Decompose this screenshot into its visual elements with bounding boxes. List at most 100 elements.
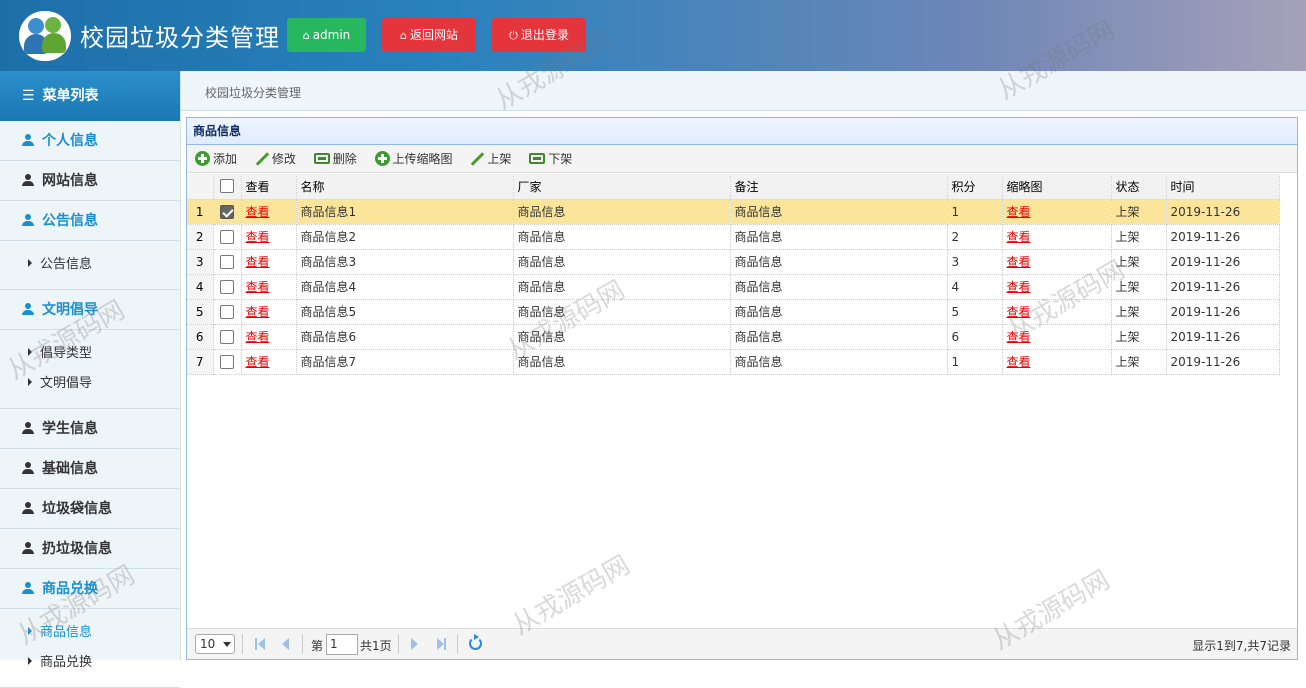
edit-button[interactable]: 修改: [255, 145, 296, 173]
upload-thumbnail-button[interactable]: 上传缩略图: [374, 145, 453, 173]
row-checkbox[interactable]: [220, 229, 234, 244]
add-label: 添加: [213, 152, 238, 166]
column-header: 备注: [730, 174, 948, 200]
table-row[interactable]: 6 查看 商品信息6 商品信息 商品信息 6 查看 上架 2019-11-26: [187, 324, 1280, 350]
row-checkbox[interactable]: [220, 279, 234, 294]
view-link[interactable]: 查看: [246, 305, 270, 319]
home-icon: ⌂: [400, 29, 407, 42]
row-checkbox-cell: [213, 224, 242, 250]
row-number: 2: [187, 224, 214, 250]
table-row[interactable]: 3 查看 商品信息3 商品信息 商品信息 3 查看 上架 2019-11-26: [187, 249, 1280, 275]
view-link[interactable]: 查看: [246, 355, 270, 369]
row-checkbox[interactable]: [220, 204, 234, 219]
row-number: 7: [187, 349, 214, 375]
row-checkbox[interactable]: [220, 304, 234, 319]
sidebar-group[interactable]: 垃圾袋信息: [0, 489, 180, 529]
last-page-icon: [444, 638, 446, 650]
sidebar-item[interactable]: 倡导类型: [0, 339, 180, 369]
page-size-select[interactable]: 10: [195, 634, 235, 654]
time-cell-cell: 2019-11-26: [1166, 199, 1280, 225]
page-label: 第: [311, 639, 324, 653]
back-to-site-label: 返回网站: [409, 28, 458, 42]
time-cell-cell: 2019-11-26: [1166, 299, 1280, 325]
sidebar-group-label: 扔垃圾信息: [42, 541, 112, 557]
table-row[interactable]: 1 查看 商品信息1 商品信息 商品信息 1 查看 上架 2019-11-26: [187, 199, 1280, 225]
pencil-icon: [470, 152, 484, 166]
sidebar-item[interactable]: 商品兑换: [0, 648, 180, 678]
status-cell-cell: 上架: [1111, 199, 1167, 225]
table-row[interactable]: 5 查看 商品信息5 商品信息 商品信息 5 查看 上架 2019-11-26: [187, 299, 1280, 325]
points-cell-cell: 1: [947, 349, 1003, 375]
table-row[interactable]: 2 查看 商品信息2 商品信息 商品信息 2 查看 上架 2019-11-26: [187, 224, 1280, 250]
page-size-value: 10: [200, 637, 216, 651]
total-pages-label: 共1页: [360, 639, 392, 653]
sidebar-group[interactable]: 网站信息: [0, 161, 180, 201]
next-page-icon[interactable]: [411, 638, 418, 650]
table-row[interactable]: 4 查看 商品信息4 商品信息 商品信息 4 查看 上架 2019-11-26: [187, 274, 1280, 300]
view-link[interactable]: 查看: [246, 205, 270, 219]
sidebar-item[interactable]: 文明倡导: [0, 369, 180, 399]
add-button[interactable]: 添加: [195, 145, 237, 173]
sidebar-group[interactable]: 文明倡导: [0, 290, 180, 330]
admin-user-label: admin: [312, 28, 351, 42]
row-checkbox[interactable]: [220, 254, 234, 269]
select-all-checkbox[interactable]: [220, 179, 234, 194]
sidebar-item[interactable]: 商品信息: [0, 618, 180, 648]
list-off-button[interactable]: 下架: [529, 145, 572, 173]
sidebar-group[interactable]: 个人信息: [0, 121, 180, 161]
thumbnail-link-cell: 查看: [1002, 349, 1112, 375]
row-checkbox[interactable]: [220, 329, 234, 344]
user-icon: [22, 502, 34, 514]
sidebar-group-label: 网站信息: [42, 173, 98, 189]
goods-name-cell-cell: 商品信息6: [296, 324, 514, 350]
list-on-button[interactable]: 上架: [470, 145, 511, 173]
sidebar-item-label: 商品信息: [40, 625, 93, 640]
thumbnail-link[interactable]: 查看: [1007, 230, 1031, 244]
pager-divider: [457, 634, 458, 654]
sidebar-item[interactable]: 公告信息: [0, 250, 180, 280]
menu-body: 个人信息 网站信息 公告信息 公告信息 文明倡导 倡导类型 文明倡导 学生信息 基础信息 垃圾袋信…: [0, 121, 180, 688]
logout-button[interactable]: ⏻ 退出登录: [492, 18, 586, 52]
sidebar-item-label: 商品兑换: [40, 655, 93, 670]
table-row[interactable]: 7 查看 商品信息7 商品信息 商品信息 1 查看 上架 2019-11-26: [187, 349, 1280, 375]
thumbnail-link-cell: 查看: [1002, 274, 1112, 300]
panel-title: 商品信息: [187, 118, 1297, 145]
view-link[interactable]: 查看: [246, 280, 270, 294]
thumbnail-link[interactable]: 查看: [1007, 355, 1031, 369]
sidebar: ☰ 菜单列表 个人信息 网站信息 公告信息 公告信息 文明倡导 倡导类型 文明倡导 学生信息 基础…: [0, 71, 181, 688]
thumbnail-link[interactable]: 查看: [1007, 255, 1031, 269]
user-icon: [22, 303, 34, 315]
view-link[interactable]: 查看: [246, 230, 270, 244]
delete-button[interactable]: 删除: [313, 145, 357, 173]
thumbnail-link-cell: 查看: [1002, 249, 1112, 275]
thumbnail-link[interactable]: 查看: [1007, 330, 1031, 344]
column-header: 查看: [241, 174, 297, 200]
row-number: 1: [187, 199, 214, 225]
view-link[interactable]: 查看: [246, 330, 270, 344]
admin-user-button[interactable]: ⌂ admin: [287, 18, 366, 52]
thumbnail-link[interactable]: 查看: [1007, 280, 1031, 294]
view-link[interactable]: 查看: [246, 255, 270, 269]
prev-page-icon[interactable]: [282, 638, 289, 650]
row-checkbox[interactable]: [220, 354, 234, 369]
time-cell-cell: 2019-11-26: [1166, 324, 1280, 350]
refresh-icon[interactable]: [469, 634, 482, 650]
delete-label: 删除: [332, 152, 357, 166]
sidebar-group-label: 文明倡导: [42, 302, 98, 318]
time-cell-cell: 2019-11-26: [1166, 349, 1280, 375]
pager-divider: [398, 634, 399, 654]
note-cell-cell: 商品信息: [730, 274, 948, 300]
current-page-input[interactable]: 1: [326, 634, 358, 655]
sidebar-group[interactable]: 学生信息: [0, 409, 180, 449]
sidebar-submenu: 公告信息: [0, 241, 180, 290]
remove-icon: [313, 153, 330, 164]
thumbnail-link[interactable]: 查看: [1007, 305, 1031, 319]
sidebar-group[interactable]: 公告信息: [0, 201, 180, 241]
sidebar-item-label: 文明倡导: [40, 376, 93, 391]
thumbnail-link[interactable]: 查看: [1007, 205, 1031, 219]
note-cell-cell: 商品信息: [730, 324, 948, 350]
sidebar-group[interactable]: 扔垃圾信息: [0, 529, 180, 569]
sidebar-group[interactable]: 基础信息: [0, 449, 180, 489]
back-to-site-button[interactable]: ⌂ 返回网站: [382, 18, 476, 52]
sidebar-group[interactable]: 商品兑换: [0, 569, 180, 609]
